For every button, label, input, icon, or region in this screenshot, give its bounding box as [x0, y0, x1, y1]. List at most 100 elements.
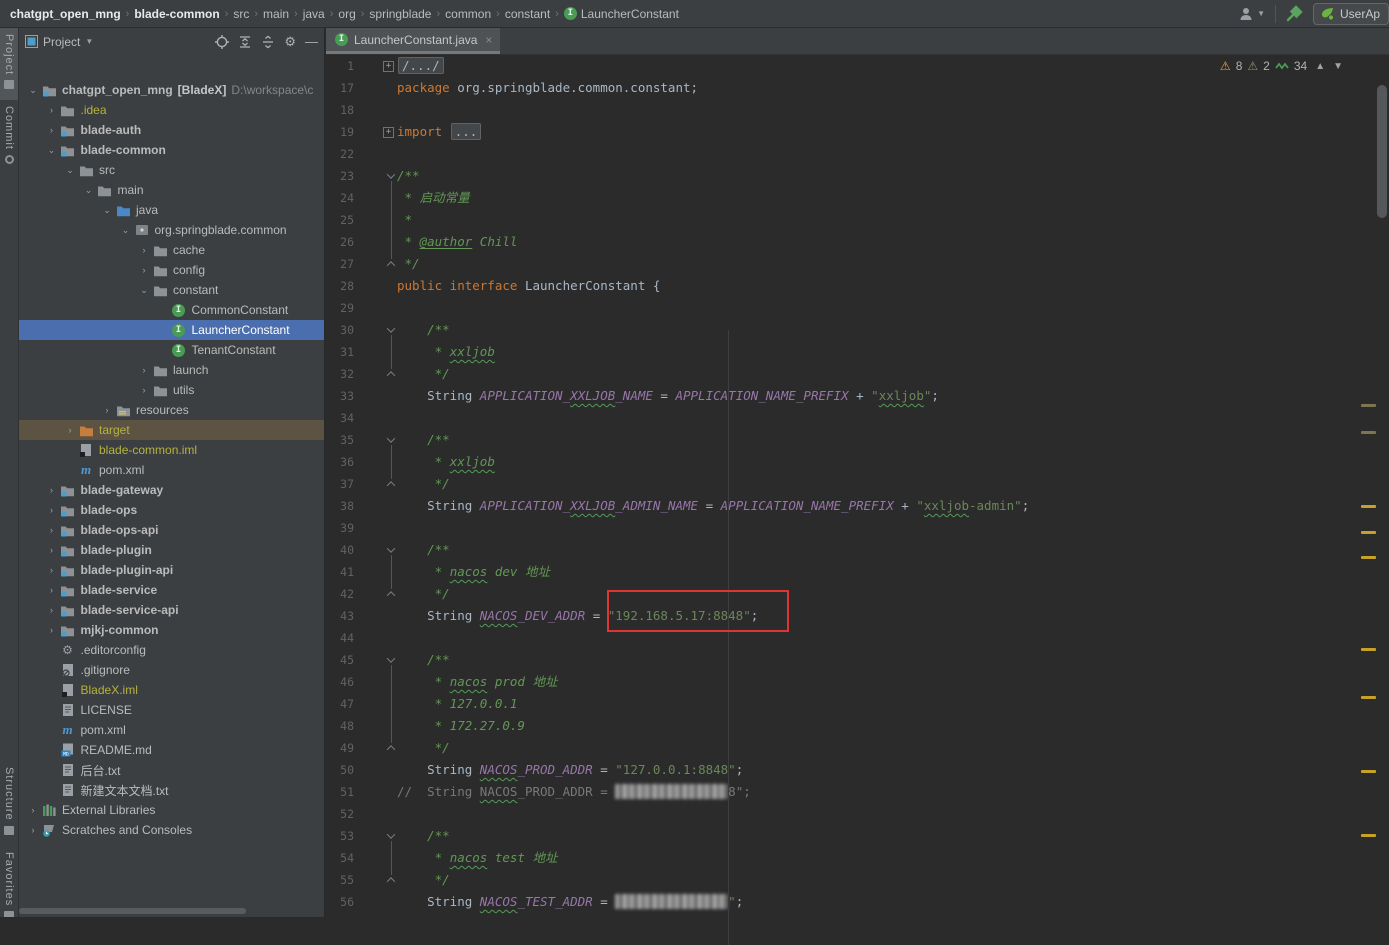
- code-line-32[interactable]: 32 */: [326, 363, 1389, 385]
- line-number[interactable]: 38: [326, 495, 354, 517]
- line-number[interactable]: 51: [326, 781, 354, 803]
- tree-item-CommonConstant[interactable]: ICommonConstant: [19, 300, 325, 320]
- breadcrumb-item-chatgpt_open_mng[interactable]: chatgpt_open_mng: [10, 7, 121, 21]
- tree-item-.gitignore[interactable]: .gitignore: [19, 660, 325, 680]
- tree-expanded-arrow-icon[interactable]: ⌄: [118, 225, 134, 236]
- tree-item-cache[interactable]: ›cache: [19, 240, 325, 260]
- locate-file-icon[interactable]: [215, 35, 229, 49]
- line-number[interactable]: 30: [326, 319, 354, 341]
- tree-item-Scratches and Consoles[interactable]: ›Scratches and Consoles: [19, 820, 325, 840]
- tree-item-blade-service[interactable]: ›blade-service: [19, 580, 325, 600]
- tree-item-后台.txt[interactable]: 后台.txt: [19, 760, 325, 780]
- line-number[interactable]: 56: [326, 891, 354, 913]
- code-line-47[interactable]: 47 * 127.0.0.1: [326, 693, 1389, 715]
- line-number[interactable]: 31: [326, 341, 354, 363]
- line-number[interactable]: 19: [326, 121, 354, 143]
- code-line-50[interactable]: 50 String NACOS_PROD_ADDR = "127.0.0.1:8…: [326, 759, 1389, 781]
- line-number[interactable]: 40: [326, 539, 354, 561]
- fold-end-icon[interactable]: [387, 591, 395, 599]
- line-number[interactable]: 50: [326, 759, 354, 781]
- line-number[interactable]: 37: [326, 473, 354, 495]
- tree-item-org.springblade.common[interactable]: ⌄org.springblade.common: [19, 220, 325, 240]
- code-line-35[interactable]: 35 /**: [326, 429, 1389, 451]
- fold-end-icon[interactable]: [387, 371, 395, 379]
- tree-collapsed-arrow-icon[interactable]: ›: [44, 585, 60, 595]
- code-line-22[interactable]: 22: [326, 143, 1389, 165]
- line-number[interactable]: 17: [326, 77, 354, 99]
- tree-item-java[interactable]: ⌄java: [19, 200, 325, 220]
- user-accounts-button[interactable]: ▼: [1239, 7, 1265, 21]
- inspections-widget[interactable]: ⚠ 8 ⚠ 2 34 ▲ ▼: [1220, 59, 1343, 73]
- code-line-23[interactable]: 23/**: [326, 165, 1389, 187]
- tree-collapsed-arrow-icon[interactable]: ›: [136, 265, 152, 275]
- line-number[interactable]: 45: [326, 649, 354, 671]
- code-line-30[interactable]: 30 /**: [326, 319, 1389, 341]
- code-line-43[interactable]: 43 String NACOS_DEV_ADDR = "192.168.5.17…: [326, 605, 1389, 627]
- code-line-27[interactable]: 27 */: [326, 253, 1389, 275]
- tree-item-.idea[interactable]: ›.idea: [19, 100, 325, 120]
- code-line-48[interactable]: 48 * 172.27.0.9: [326, 715, 1389, 737]
- code-line-42[interactable]: 42 */: [326, 583, 1389, 605]
- tree-collapsed-arrow-icon[interactable]: ›: [44, 125, 60, 135]
- tree-item-External Libraries[interactable]: ›External Libraries: [19, 800, 325, 820]
- line-number[interactable]: 48: [326, 715, 354, 737]
- close-tab-icon[interactable]: ×: [485, 33, 492, 47]
- stripe-warning-mark[interactable]: [1361, 696, 1376, 699]
- line-number[interactable]: 18: [326, 99, 354, 121]
- line-number[interactable]: 24: [326, 187, 354, 209]
- tree-item-target[interactable]: ›target: [19, 420, 325, 440]
- code-line-56[interactable]: 56 String NACOS_TEST_ADDR = ############…: [326, 891, 1389, 913]
- code-line-37[interactable]: 37 */: [326, 473, 1389, 495]
- tree-item-blade-ops[interactable]: ›blade-ops: [19, 500, 325, 520]
- tool-window-tab-commit[interactable]: Commit: [0, 100, 18, 175]
- fold-end-icon[interactable]: [387, 261, 395, 269]
- vertical-scrollbar-thumb[interactable]: [1377, 85, 1387, 218]
- build-project-button[interactable]: [1286, 5, 1303, 22]
- run-configuration-select[interactable]: UserAp: [1313, 3, 1389, 25]
- line-number[interactable]: 44: [326, 627, 354, 649]
- tree-item-constant[interactable]: ⌄constant: [19, 280, 325, 300]
- tree-collapsed-arrow-icon[interactable]: ›: [44, 105, 60, 115]
- horizontal-scrollbar-thumb[interactable]: [19, 908, 246, 914]
- code-line-40[interactable]: 40 /**: [326, 539, 1389, 561]
- tool-window-tab-project[interactable]: Project: [0, 28, 18, 100]
- line-number[interactable]: 41: [326, 561, 354, 583]
- tab-launcherconstant-java[interactable]: I LauncherConstant.java ×: [326, 28, 500, 54]
- tree-item-LICENSE[interactable]: LICENSE: [19, 700, 325, 720]
- stripe-weak-warning-mark[interactable]: [1361, 404, 1376, 407]
- line-number[interactable]: 52: [326, 803, 354, 825]
- fold-start-icon[interactable]: [387, 544, 395, 552]
- line-number[interactable]: 33: [326, 385, 354, 407]
- tree-item-chatgpt_open_mng[interactable]: ⌄chatgpt_open_mng[BladeX]D:\workspace\c: [19, 80, 325, 100]
- tree-item-blade-service-api[interactable]: ›blade-service-api: [19, 600, 325, 620]
- code-line-26[interactable]: 26 * @author Chill: [326, 231, 1389, 253]
- tree-collapsed-arrow-icon[interactable]: ›: [136, 245, 152, 255]
- tree-item-blade-common.iml[interactable]: blade-common.iml: [19, 440, 325, 460]
- tool-window-tab-structure[interactable]: Structure: [0, 761, 18, 846]
- line-number[interactable]: 29: [326, 297, 354, 319]
- fold-end-icon[interactable]: [387, 745, 395, 753]
- fold-start-icon[interactable]: [387, 170, 395, 178]
- expand-all-icon[interactable]: [238, 35, 252, 49]
- fold-expand-icon[interactable]: +: [383, 127, 394, 138]
- breadcrumb-item-constant[interactable]: constant: [505, 7, 550, 21]
- fold-expand-icon[interactable]: +: [383, 61, 394, 72]
- breadcrumb-item-src[interactable]: src: [233, 7, 249, 21]
- breadcrumb-item-blade-common[interactable]: blade-common: [134, 7, 219, 21]
- code-line-49[interactable]: 49 */: [326, 737, 1389, 759]
- line-number[interactable]: 26: [326, 231, 354, 253]
- line-number[interactable]: 23: [326, 165, 354, 187]
- fold-start-icon[interactable]: [387, 830, 395, 838]
- line-number[interactable]: 54: [326, 847, 354, 869]
- tree-item-main[interactable]: ⌄main: [19, 180, 325, 200]
- tree-expanded-arrow-icon[interactable]: ⌄: [136, 285, 152, 296]
- tree-collapsed-arrow-icon[interactable]: ›: [99, 405, 115, 415]
- breadcrumb-item-LauncherConstant[interactable]: ILauncherConstant: [564, 7, 679, 21]
- tree-item-blade-auth[interactable]: ›blade-auth: [19, 120, 325, 140]
- tree-item-blade-plugin-api[interactable]: ›blade-plugin-api: [19, 560, 325, 580]
- tree-item-config[interactable]: ›config: [19, 260, 325, 280]
- tree-collapsed-arrow-icon[interactable]: ›: [44, 565, 60, 575]
- breadcrumb-item-org[interactable]: org: [338, 7, 355, 21]
- stripe-warning-mark[interactable]: [1361, 648, 1376, 651]
- tree-collapsed-arrow-icon[interactable]: ›: [44, 625, 60, 635]
